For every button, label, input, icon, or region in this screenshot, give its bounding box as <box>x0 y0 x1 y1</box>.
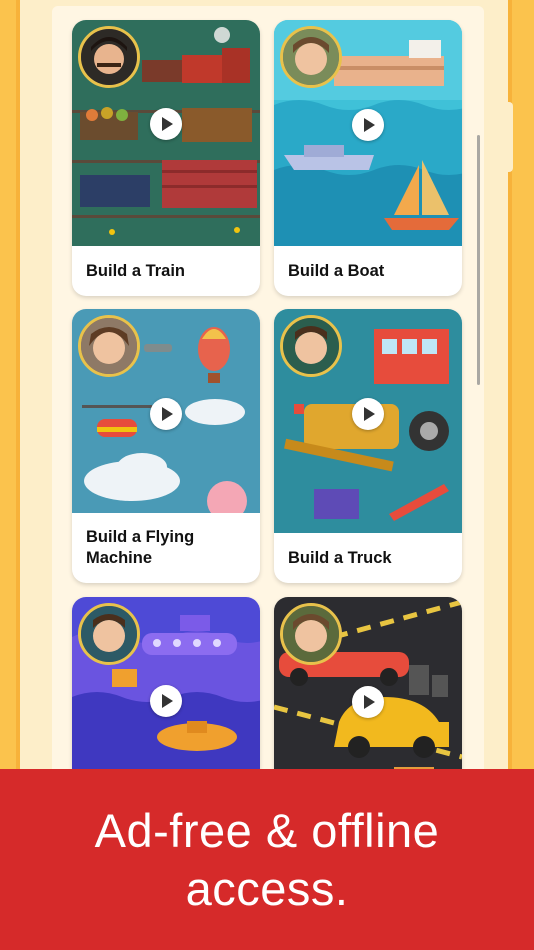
host-avatar <box>280 26 342 88</box>
video-thumbnail <box>274 20 462 246</box>
video-thumbnail <box>72 309 260 513</box>
play-button[interactable] <box>352 686 384 718</box>
promo-banner: Ad-free & offline access. <box>0 769 534 950</box>
video-card-truck[interactable]: Build a Truck <box>274 309 462 583</box>
video-card-boat[interactable]: Build a Boat <box>274 20 462 296</box>
host-avatar <box>280 603 342 665</box>
scrollbar[interactable] <box>477 135 480 385</box>
play-button[interactable] <box>352 109 384 141</box>
host-avatar <box>78 315 140 377</box>
play-button[interactable] <box>150 398 182 430</box>
promo-headline-line1: Ad-free & offline <box>94 803 440 857</box>
video-title: Build a Boat <box>288 261 385 280</box>
promo-headline-line2: access. <box>185 861 349 915</box>
device-side-button <box>499 102 513 172</box>
video-card-flying-machine[interactable]: Build a Flying Machine <box>72 309 260 583</box>
host-avatar <box>78 603 140 665</box>
video-thumbnail <box>274 309 462 533</box>
host-avatar <box>78 26 140 88</box>
host-avatar <box>280 315 342 377</box>
video-title: Build a Train <box>86 261 186 280</box>
video-title: Build a Flying Machine <box>86 528 195 567</box>
video-thumbnail <box>72 20 260 246</box>
video-card-train[interactable]: Build a Train <box>72 20 260 296</box>
play-button[interactable] <box>150 108 182 140</box>
video-title: Build a Truck <box>288 548 392 567</box>
device-side-button <box>21 105 35 173</box>
play-button[interactable] <box>352 398 384 430</box>
play-button[interactable] <box>150 685 182 717</box>
device-side-button <box>21 195 35 263</box>
